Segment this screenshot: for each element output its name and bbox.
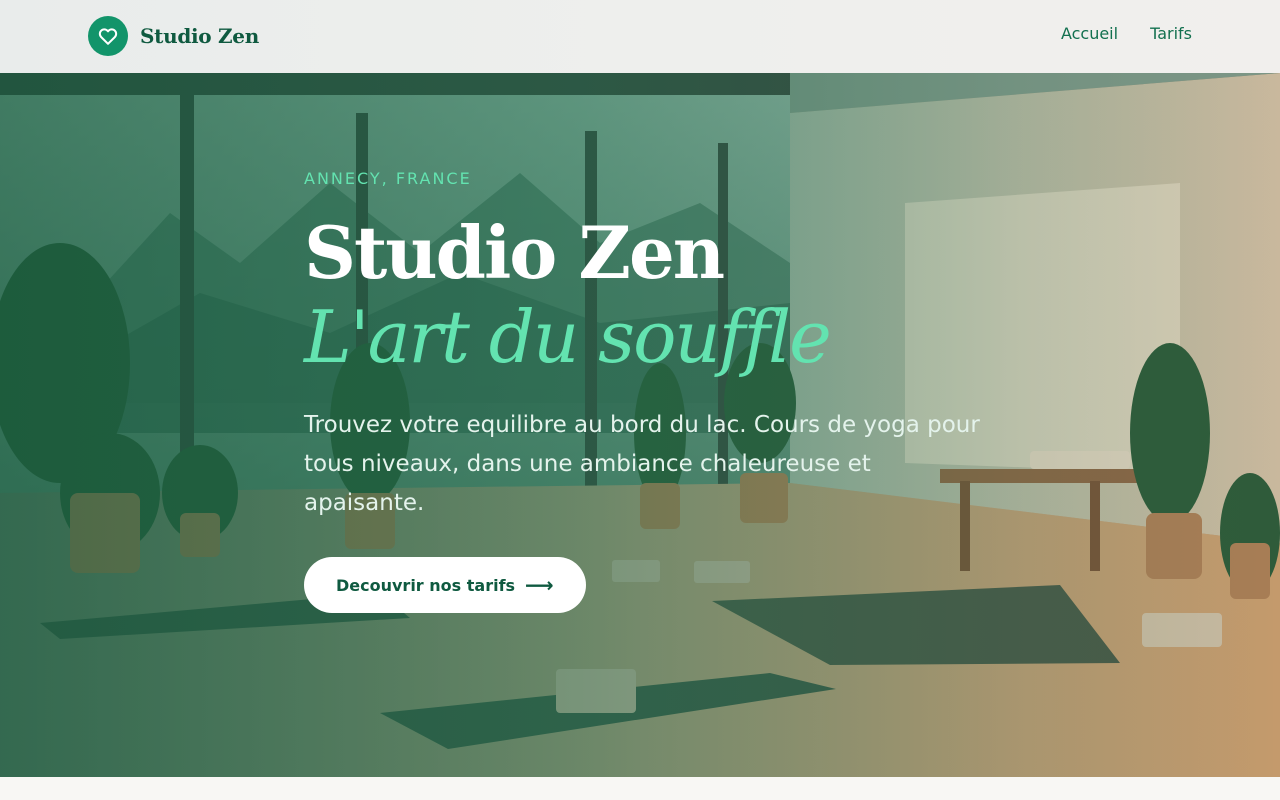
location-eyebrow: ANNECY, FRANCE (304, 169, 472, 188)
brand-logo (88, 16, 128, 56)
arrow-right-icon: ⟶ (525, 573, 554, 597)
top-navigation-bar: Studio Zen Accueil Tarifs (0, 0, 1280, 73)
brand[interactable]: Studio Zen (88, 16, 259, 56)
heart-icon (98, 28, 118, 45)
discover-pricing-button[interactable]: Decouvrir nos tarifs ⟶ (304, 557, 586, 613)
hero-content: ANNECY, FRANCE Studio Zen L'art du souff… (304, 169, 1004, 613)
hero-description: Trouvez votre equilibre au bord du lac. … (304, 412, 980, 516)
nav-link-accueil[interactable]: Accueil (1061, 24, 1118, 43)
hero-title: Studio Zen (304, 210, 725, 295)
hero-subtitle: L'art du souffle (304, 295, 832, 379)
next-section-edge (0, 777, 1280, 800)
main-nav: Accueil Tarifs (1061, 24, 1192, 43)
cta-label: Decouvrir nos tarifs (336, 575, 516, 595)
brand-name: Studio Zen (140, 24, 259, 48)
nav-link-tarifs[interactable]: Tarifs (1150, 24, 1192, 43)
hero-section: ANNECY, FRANCE Studio Zen L'art du souff… (0, 73, 1280, 777)
